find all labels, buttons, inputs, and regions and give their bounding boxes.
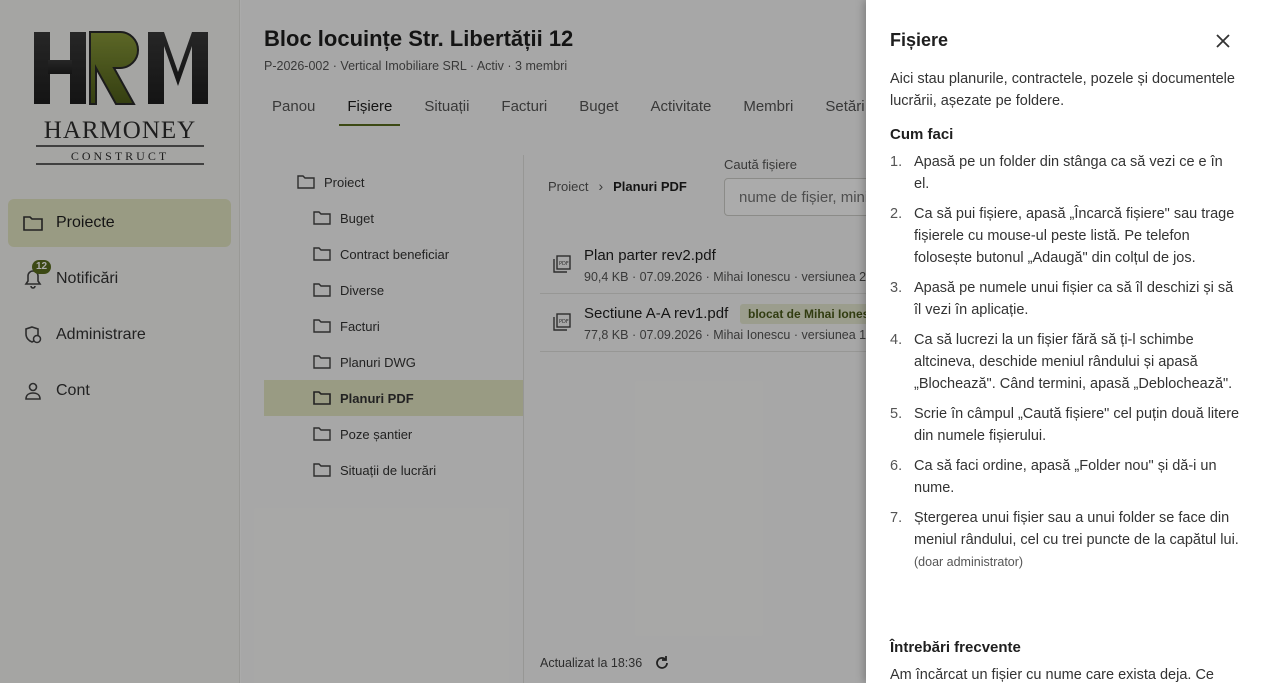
drawer-intro: Aici stau planurile, contractele, pozele… <box>890 71 1235 109</box>
help-drawer: Fișiere Aici stau planurile, contractele… <box>866 0 1266 683</box>
admin-only-note: (doar administrator) <box>914 555 1024 569</box>
how-to-heading: Cum faci <box>890 126 954 143</box>
step-item: 5. Scrie în câmpul „Caută fișiere" cel pu… <box>890 403 1242 447</box>
faq-question: Am încărcat un fișier cu nume care exist… <box>890 667 1214 683</box>
modal-backdrop[interactable] <box>0 0 866 683</box>
step-text: Ca să lucrezi la un fișier fără să ți-l … <box>914 332 1233 392</box>
step-item: 1. Apasă pe un folder din stânga ca să ve… <box>890 151 1242 195</box>
step-item: 3. Apasă pe numele unui fișier ca să îl d… <box>890 277 1242 321</box>
step-text: Ștergerea unui fișier sau a unui folder … <box>914 510 1239 548</box>
step-text: Scrie în câmpul „Caută fișiere" cel puți… <box>914 406 1240 444</box>
drawer-title: Fișiere <box>890 30 949 50</box>
step-item: 6. Ca să faci ordine, apasă „Folder nou" … <box>890 455 1242 499</box>
step-item: 4. Ca să lucrezi la un fișier fără să ți-… <box>890 329 1242 395</box>
steps-list: 1. Apasă pe un folder din stânga ca să ve… <box>890 151 1242 581</box>
step-text: Apasă pe numele unui fișier ca să îl des… <box>914 280 1234 318</box>
close-icon[interactable] <box>1212 30 1234 52</box>
app-root: HARMONEY CONSTRUCT Proiecte 12 Notificăr… <box>0 0 1266 683</box>
step-text: Apasă pe un folder din stânga ca să vezi… <box>914 154 1223 192</box>
step-item: 7. Ștergerea unui fișier sau a unui folde… <box>890 510 1239 569</box>
faq-heading: Întrebări frecvente <box>890 639 1021 656</box>
step-text: Ca să pui fișiere, apasă „Încarcă fișier… <box>914 206 1235 266</box>
step-text: Ca să faci ordine, apasă „Folder nou" și… <box>914 458 1217 496</box>
step-item: 2. Ca să pui fișiere, apasă „Încarcă fiși… <box>890 203 1242 269</box>
